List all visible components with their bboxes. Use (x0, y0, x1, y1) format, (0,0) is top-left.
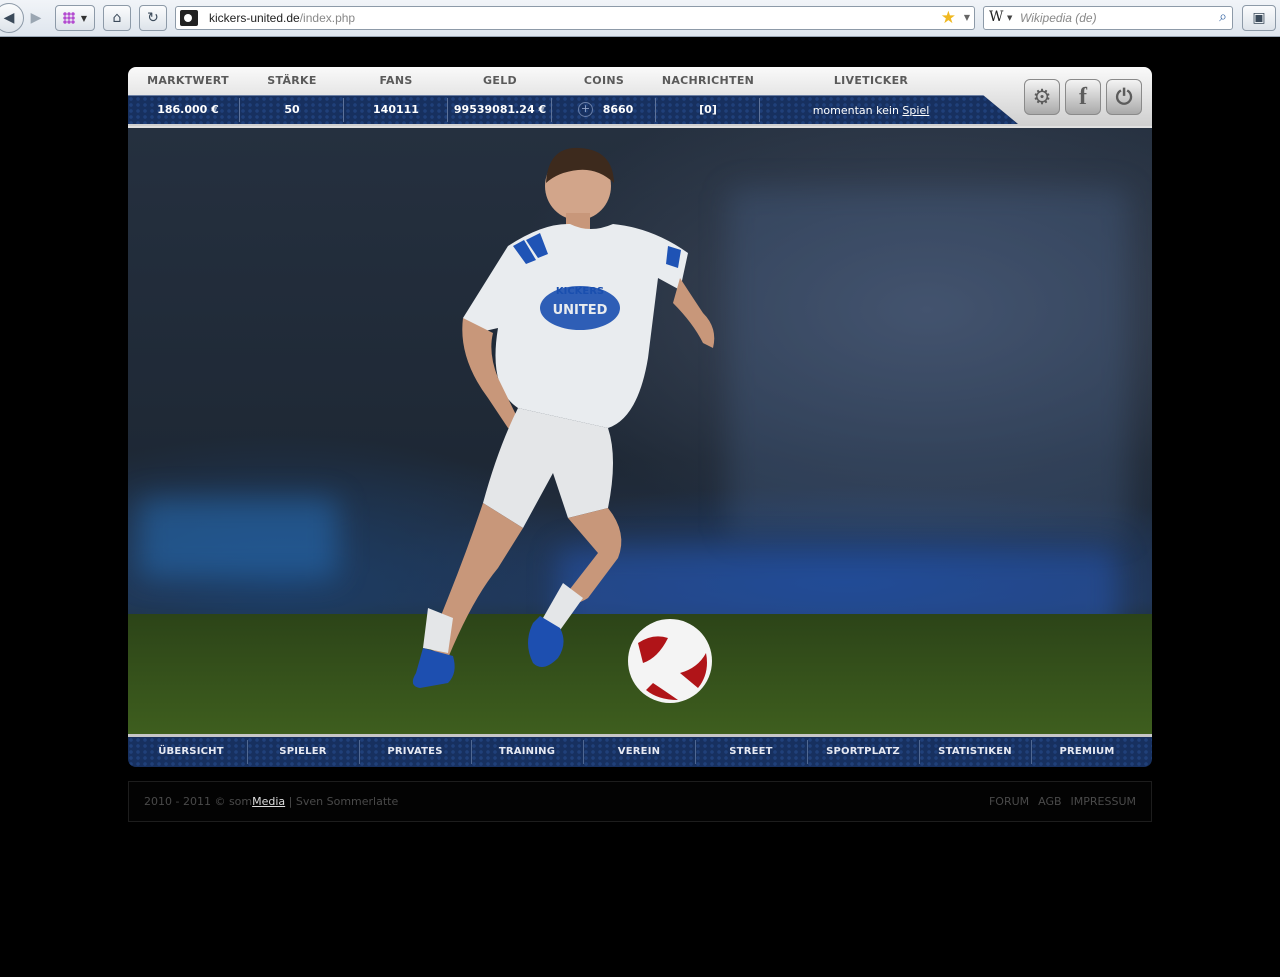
hero-image: KICKERS UNITED (128, 126, 1152, 734)
facebook-icon: f (1079, 83, 1087, 110)
engine-dropdown-icon[interactable]: ▼ (1007, 14, 1012, 22)
value-staerke: 50 (284, 103, 300, 116)
copyright-text: 2010 - 2011 © som (144, 795, 253, 808)
divider (551, 98, 552, 122)
football-player-illustration: KICKERS UNITED (412, 147, 715, 703)
site-favicon-icon (180, 10, 198, 26)
value-fans: 140111 (373, 103, 419, 116)
gear-icon: ⚙ (1032, 85, 1052, 109)
bookmarks-icon: ▣ (1252, 10, 1266, 26)
url-dropdown-icon[interactable]: ▼ (964, 13, 970, 22)
apps-button[interactable]: ▼ (55, 5, 95, 31)
footer-copyright: 2010 - 2011 © somMedia | Sven Sommerlatt… (144, 795, 398, 808)
forum-link[interactable]: FORUM (989, 795, 1029, 808)
agb-link[interactable]: AGB (1038, 795, 1061, 808)
value-nachrichten[interactable]: [0] (699, 103, 717, 116)
value-geld: 99539081.24 € (453, 103, 547, 116)
nav-spieler[interactable]: SPIELER (247, 737, 359, 767)
search-placeholder[interactable]: Wikipedia (de) (1020, 11, 1097, 25)
jersey-text-kickers: KICKERS (556, 286, 604, 297)
label-staerke: STÄRKE (267, 74, 317, 87)
nav-training[interactable]: TRAINING (471, 737, 583, 767)
divider (759, 98, 760, 122)
reload-button[interactable]: ↻ (139, 5, 167, 31)
label-geld: GELD (483, 74, 517, 87)
label-marktwert: MARKTWERT (147, 74, 229, 87)
nav-premium[interactable]: PREMIUM (1031, 737, 1143, 767)
footer-links: FORUM AGB IMPRESSUM (980, 795, 1136, 808)
player-right-arm (673, 278, 715, 348)
player-shorts (483, 408, 613, 528)
label-liveticker: LIVETICKER (833, 74, 909, 87)
back-arrow-icon: ◀ (3, 10, 15, 26)
url-path: /index.php (299, 11, 356, 25)
address-bar[interactable]: kickers-united.de/index.php ★ ▼ (175, 6, 975, 30)
bookmarks-button[interactable]: ▣ (1242, 5, 1276, 31)
divider (447, 98, 448, 122)
logout-button[interactable]: ⏻ (1106, 79, 1142, 115)
nav-uebersicht[interactable]: ÜBERSICHT (135, 737, 247, 767)
impressum-link[interactable]: IMPRESSUM (1071, 795, 1136, 808)
player-right-leg (563, 508, 622, 603)
liveticker-status: momentan kein Spiel (813, 104, 930, 117)
football (628, 619, 712, 703)
search-bar[interactable]: W ▼ Wikipedia (de) ⌕ (983, 6, 1233, 30)
value-coins: 8660 (602, 103, 634, 116)
stats-bar: MARKTWERT STÄRKE FANS GELD COINS NACHRIC… (128, 67, 1152, 126)
label-fans: FANS (379, 74, 413, 87)
chevron-down-icon: ▼ (80, 13, 88, 23)
power-icon: ⏻ (1115, 84, 1133, 109)
reload-icon: ↻ (147, 10, 159, 26)
browser-toolbar: ◀ ▶ ▼ ⌂ ↻ kickers-united.de/index.php ★ … (0, 0, 1280, 37)
search-icon[interactable]: ⌕ (1219, 9, 1227, 25)
nav-street[interactable]: STREET (695, 737, 807, 767)
label-coins: COINS (583, 74, 625, 87)
value-marktwert: 186.000 € (157, 103, 219, 116)
liveticker-prefix: momentan kein (812, 104, 899, 117)
settings-button[interactable]: ⚙ (1024, 79, 1060, 115)
nav-statistiken[interactable]: STATISTIKEN (919, 737, 1031, 767)
forward-button[interactable]: ▶ (24, 5, 48, 31)
wikipedia-icon[interactable]: W (989, 9, 1003, 25)
bookmark-star-icon[interactable]: ★ (941, 8, 956, 28)
forward-arrow-icon: ▶ (30, 10, 42, 26)
home-button[interactable]: ⌂ (103, 5, 131, 31)
stadium-crowd (728, 188, 1128, 538)
divider (343, 98, 344, 122)
nav-sportplatz[interactable]: SPORTPLATZ (807, 737, 919, 767)
media-link[interactable]: Media (252, 795, 285, 808)
url-text: kickers-united.de/index.php (209, 11, 355, 25)
grid-icon (62, 12, 75, 24)
main-navigation: ÜBERSICHT SPIELER PRIVATES TRAINING VERE… (128, 734, 1152, 767)
stat-values: 186.000 € 50 140111 99539081.24 € + 8660… (128, 95, 1018, 124)
back-button[interactable]: ◀ (0, 3, 24, 33)
divider (239, 98, 240, 122)
nav-privates[interactable]: PRIVATES (359, 737, 471, 767)
footer: 2010 - 2011 © somMedia | Sven Sommerlatt… (128, 781, 1152, 822)
home-icon: ⌂ (112, 10, 122, 26)
game-container: MARKTWERT STÄRKE FANS GELD COINS NACHRIC… (128, 67, 1152, 767)
jersey-text-united: UNITED (553, 303, 608, 318)
stat-labels: MARKTWERT STÄRKE FANS GELD COINS NACHRIC… (128, 67, 1152, 94)
label-nachrichten: NACHRICHTEN (661, 74, 755, 87)
add-coins-icon[interactable]: + (578, 102, 593, 117)
nav-verein[interactable]: VEREIN (583, 737, 695, 767)
author-text: | Sven Sommerlatte (288, 795, 399, 808)
url-host: kickers-united.de (209, 11, 300, 25)
divider (655, 98, 656, 122)
facebook-button[interactable]: f (1065, 79, 1101, 115)
liveticker-link[interactable]: Spiel (902, 104, 929, 117)
